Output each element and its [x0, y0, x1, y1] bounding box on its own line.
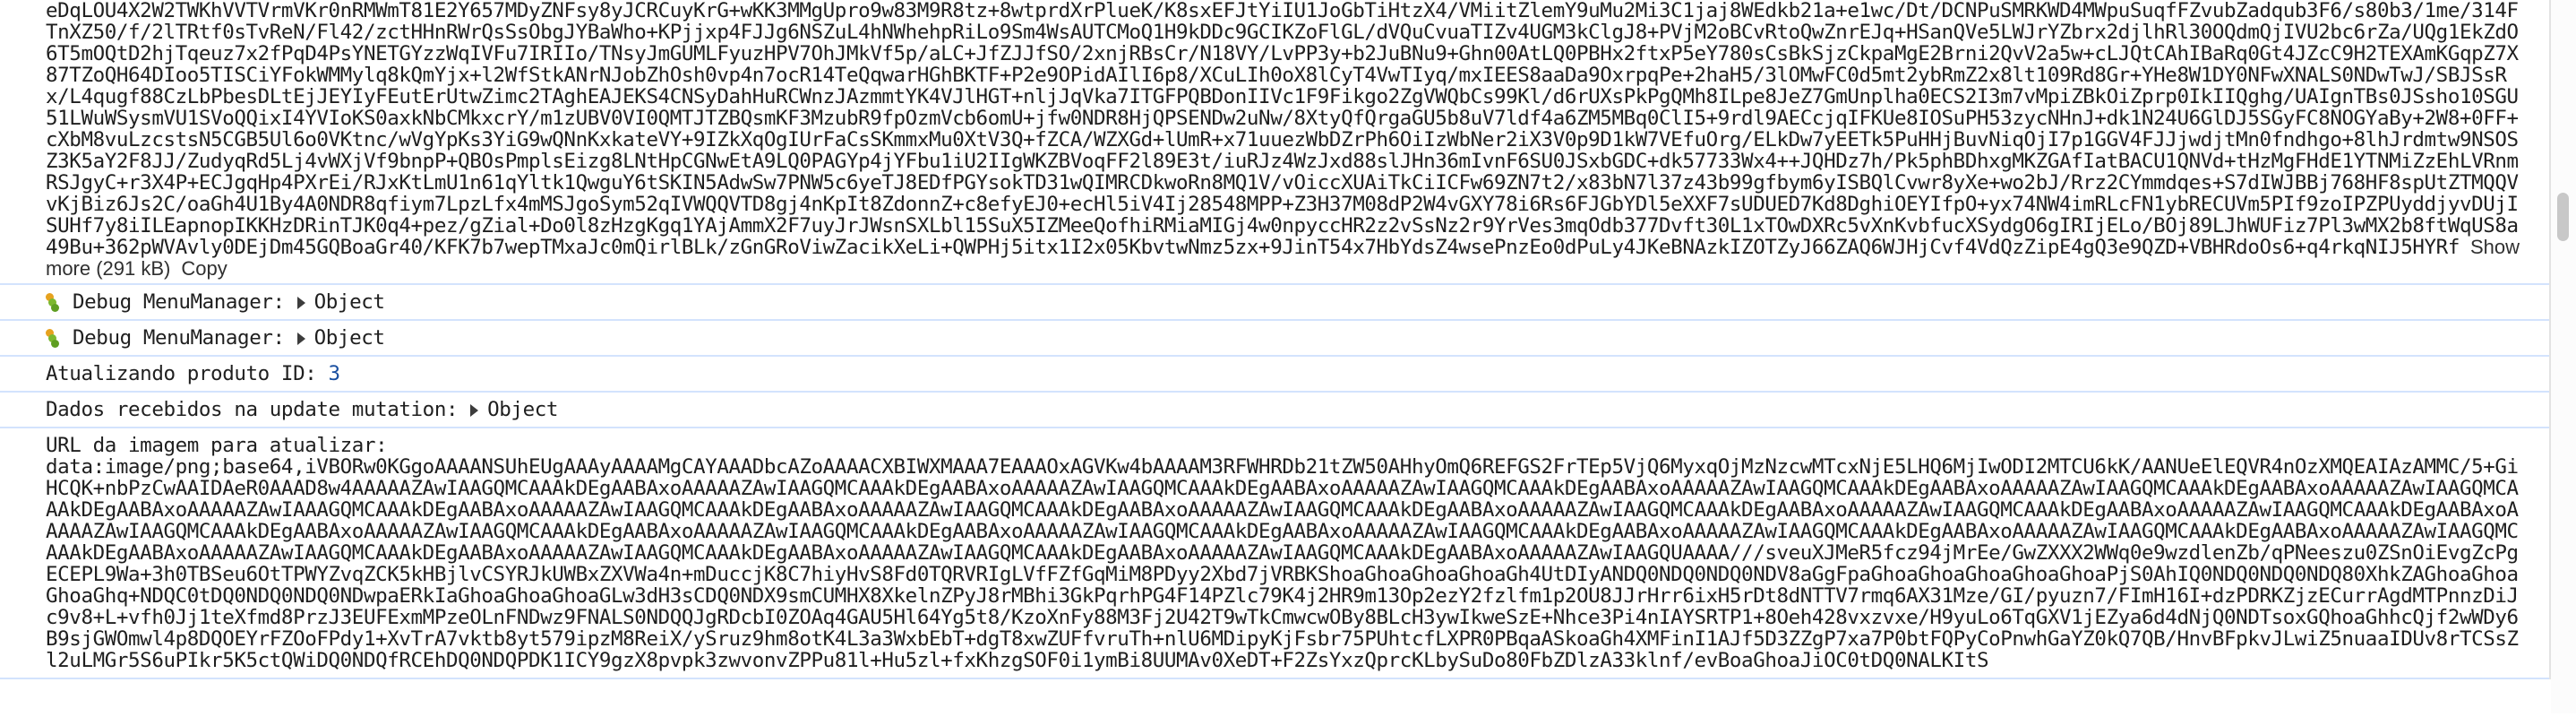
message-label: Dados recebidos na update mutation:: [46, 398, 459, 421]
console-message-image-url: URL da imagem para atualizar: data:image…: [0, 428, 2549, 679]
console-message-debug: Debug MenuManager: Object: [0, 321, 2549, 357]
bug-icon: [46, 328, 60, 349]
console-messages: eDqLOU4X2W2TWKhVVTVrmVKr0nRMWmT81E2Y657M…: [0, 0, 2551, 679]
scrollbar-thumb[interactable]: [2557, 193, 2569, 241]
message-text: eDqLOU4X2W2TWKhVVTVrmVKr0nRMWmT81E2Y657M…: [46, 0, 2519, 259]
console-message-base64-blob: eDqLOU4X2W2TWKhVVTVrmVKr0nRMWmT81E2Y657M…: [0, 0, 2549, 285]
product-id-value: 3: [328, 362, 341, 385]
message-label: Atualizando produto ID:: [46, 362, 317, 385]
console-message-mutation: Dados recebidos na update mutation: Objec…: [0, 393, 2549, 428]
console-message-debug: Debug MenuManager: Object: [0, 285, 2549, 321]
expand-triangle-icon[interactable]: [470, 403, 479, 417]
expand-triangle-icon[interactable]: [296, 332, 305, 345]
object-toggle[interactable]: Object: [314, 290, 385, 314]
message-label: URL da imagem para atualizar:: [46, 434, 388, 457]
message-label: Debug MenuManager:: [73, 326, 285, 350]
object-toggle[interactable]: Object: [487, 398, 558, 421]
console-message-update-id: Atualizando produto ID: 3: [0, 357, 2549, 393]
copy-button[interactable]: Copy: [181, 257, 227, 280]
expand-triangle-icon[interactable]: [296, 296, 305, 309]
message-label: Debug MenuManager:: [73, 290, 285, 314]
object-toggle[interactable]: Object: [314, 326, 385, 350]
vertical-scrollbar[interactable]: [2551, 0, 2576, 713]
image-data-url: data:image/png;base64,iVBORw0KGgoAAAANSU…: [46, 455, 2519, 672]
bug-icon: [46, 292, 60, 313]
